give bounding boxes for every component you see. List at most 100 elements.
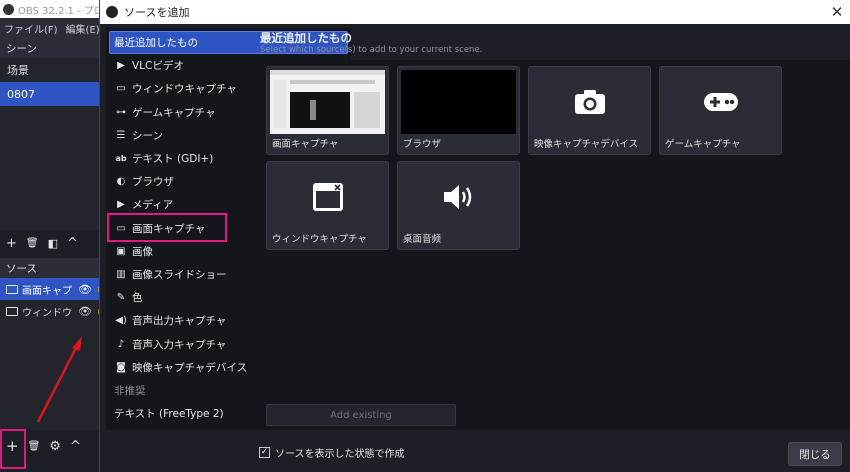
make-visible-label: ソースを表示した状態で作成 [275,449,405,460]
source-type-label: 音声出力キャプチャ [132,315,227,328]
speaker-icon: ◀) [115,315,127,327]
scenes-dock-header: シーン [0,38,102,58]
dialog-title: ソースを追加 [124,6,190,19]
monitor-icon [6,284,18,294]
tile-window-capture[interactable]: ウィンドウキャプチャ [266,161,389,250]
camera-icon: ◙ [116,361,126,373]
tile-icon-area [270,165,385,229]
gamepad-icon [703,93,738,111]
source-type-label: 非推奨 [114,384,146,397]
eye-icon[interactable]: 👁 [78,305,92,318]
tile-icon-area [663,70,778,134]
source-type-label: 色 [132,292,143,305]
remove-scene-button[interactable]: 🗑 [26,238,39,249]
obs-logo-icon [106,6,118,18]
source-type-label: 音声入力キャプチャ [132,338,227,351]
source-type-label: メディア [132,199,174,212]
tile-icon-area [532,70,647,134]
source-tile-grid: 画面キャプチャ ブラウザ 映像キャプチャデバイス ゲームキャプチャ ウィンドウキ… [260,60,850,430]
window-icon [312,183,343,211]
source-item[interactable]: 画面キャプ 👁 🔓 [0,278,102,300]
tile-browser[interactable]: ブラウザ [397,66,520,155]
main-title: OBS 32.2.1 - プロフ [18,5,102,17]
source-type-label: ウィンドウキャプチャ [132,83,237,96]
eye-icon[interactable]: 👁 [78,283,92,296]
add-scene-button[interactable]: + [6,236,17,251]
window-icon [6,306,18,316]
source-item-label: 画面キャプ [22,285,72,297]
speaker-icon [443,185,471,209]
tile-label: 映像キャプチャデバイス [534,139,639,150]
source-type-label: テキスト (GDI+) [132,153,214,166]
tile-icon-area [401,165,516,229]
source-type-label: 画像 [132,245,153,258]
remove-source-button[interactable]: 🗑 [28,441,41,452]
red-arrow-annotation [36,336,82,423]
source-type-label: シーン [132,129,163,142]
obs-main-window: OBS 32.2.1 - プロフ ファイル(F) 編集(E) シーン 场景 08… [0,0,102,472]
tile-label: 桌面音频 [403,234,442,245]
black-preview [401,70,516,134]
close-icon[interactable]: ✕ [827,2,847,22]
source-type-label: ゲームキャプチャ [132,106,216,119]
add-source-dialog: ソースを追加 ✕ 最近追加したもの ▶ VLCビデオ ▭ ウィンドウキャプチャ … [99,0,850,472]
window-icon: ▭ [116,83,126,95]
image-icon: ▣ [116,245,126,257]
play-icon: ▶ [117,199,125,211]
close-button[interactable]: 閉じる [788,442,842,466]
scene-item[interactable]: 场景 [0,58,102,82]
dialog-titlebar: ソースを追加 ✕ [100,0,850,24]
scene-item-selected[interactable]: 0807 [0,82,102,106]
add-source-highlight-box [0,429,26,469]
source-type-label: VLCビデオ [132,60,184,73]
camera-icon [574,90,605,114]
main-menubar: ファイル(F) 編集(E) [0,18,102,38]
move-scene-up-button[interactable]: ^ [67,236,78,251]
source-type-label: 映像キャプチャデバイス [132,361,248,374]
main-titlebar: OBS 32.2.1 - プロフ [0,0,102,18]
mic-icon: ♪ [117,338,125,350]
scenes-header-label: シーン [6,42,37,55]
menu-file[interactable]: ファイル(F) [4,21,58,36]
menu-edit[interactable]: 編集(E) [66,21,100,36]
tile-game-capture[interactable]: ゲームキャプチャ [659,66,782,155]
scene-toolbar: + 🗑 ◧ ^ [0,230,102,256]
scene-item-label: 场景 [7,64,29,77]
text-icon: ab [115,154,127,164]
brush-icon: ✎ [116,292,126,304]
recent-sources-pane: 最近追加したもの Select which source(s) to add t… [257,28,850,430]
source-settings-button[interactable]: ⚙ [49,439,61,454]
gamepad-icon: ⊶ [116,106,126,118]
make-visible-checkbox[interactable]: ✓ [259,447,270,458]
source-type-label: ブラウザ [132,176,174,189]
tile-video-capture[interactable]: 映像キャプチャデバイス [528,66,651,155]
tile-label: 画面キャプチャ [272,139,339,150]
scene-item-label: 0807 [7,87,35,101]
visible-checkbox-row: ✓ ソースを表示した状態で作成 [259,445,405,460]
slideshow-icon: ▥ [116,268,126,280]
tile-label: ゲームキャプチャ [665,139,741,150]
tile-label: ウィンドウキャプチャ [272,234,367,245]
tile-display-capture[interactable]: 画面キャプチャ [266,66,389,155]
source-item-label: ウィンドウ [22,307,72,319]
source-type-label: 画像スライドショー [132,268,227,281]
display-capture-highlight-box [107,213,227,242]
add-existing-button[interactable]: Add existing [266,404,456,426]
scene-filters-button[interactable]: ◧ [48,237,58,250]
sources-header-label: ソース [6,262,37,275]
play-icon: ▶ [117,60,125,72]
source-item[interactable]: ウィンドウ 👁 🔓 [0,300,102,322]
pane-subtitle: Select which source(s) to add to your cu… [260,45,483,55]
list-icon: ☰ [116,129,126,141]
source-type-label: テキスト (FreeType 2) [114,408,224,421]
move-source-up-button[interactable]: ^ [70,439,81,454]
globe-icon: ◐ [116,176,126,188]
scene-list: 场景 0807 [0,58,102,230]
pane-title: 最近追加したもの [260,31,352,45]
source-type-label: 最近追加したもの [114,37,198,50]
sources-dock-header: ソース [0,258,102,278]
tile-desktop-audio[interactable]: 桌面音频 [397,161,520,250]
screenshot-preview [270,70,385,134]
obs-logo-icon [3,3,14,15]
tile-label: ブラウザ [403,139,442,150]
